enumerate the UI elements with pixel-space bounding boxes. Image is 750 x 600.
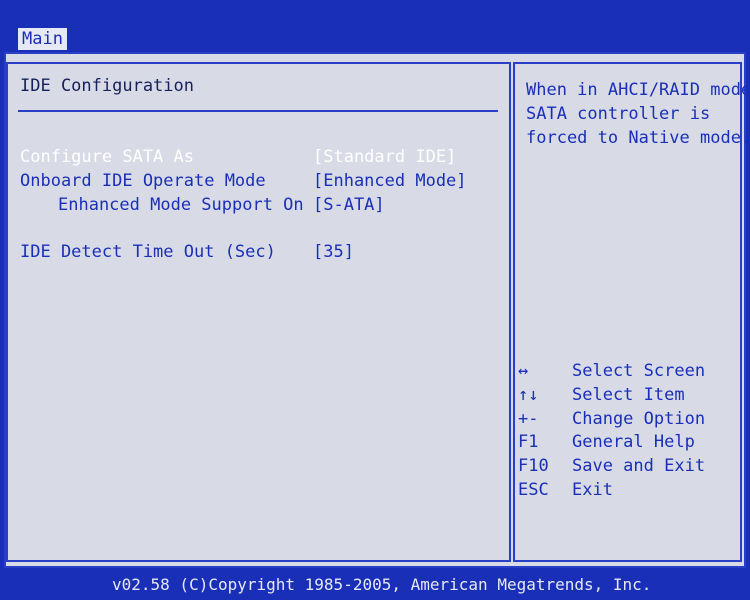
help-text: When in AHCI/RAID mode SATA controller i… xyxy=(526,78,750,150)
help-line: forced to Native mode. xyxy=(526,128,750,148)
key-desc: Select Screen xyxy=(572,361,706,381)
setting-onboard-ide-mode-label[interactable]: Onboard IDE Operate Mode xyxy=(20,171,266,191)
plus-minus-icon: +- xyxy=(518,409,539,429)
key-legend-change-option: +- Change Option xyxy=(518,409,705,429)
key-f10: F10 xyxy=(518,456,549,476)
setting-configure-sata-as-value[interactable]: [Standard IDE] xyxy=(313,147,456,167)
setting-ide-detect-timeout-label[interactable]: IDE Detect Time Out (Sec) xyxy=(20,242,276,262)
tab-main[interactable]: Main xyxy=(18,28,67,50)
title-divider xyxy=(18,110,498,112)
up-down-arrow-icon: ↑↓ xyxy=(518,385,539,405)
setting-configure-sata-as-label[interactable]: Configure SATA As xyxy=(20,147,194,167)
top-bar xyxy=(0,0,750,28)
copyright-text: v02.58 (C)Copyright 1985-2005, American … xyxy=(112,575,652,594)
key-desc: General Help xyxy=(572,432,695,452)
key-esc: ESC xyxy=(518,480,549,500)
key-legend-general-help: F1 General Help xyxy=(518,432,695,452)
key-desc: Select Item xyxy=(572,385,685,405)
key-f1: F1 xyxy=(518,432,539,452)
key-legend-exit: ESC Exit xyxy=(518,480,613,500)
settings-panel xyxy=(6,62,511,562)
help-line: SATA controller is xyxy=(526,104,711,124)
tab-strip xyxy=(0,28,750,50)
key-legend-select-item: ↑↓ Select Item xyxy=(518,385,685,405)
setting-enhanced-mode-support-value[interactable]: [S-ATA] xyxy=(313,195,385,215)
key-desc: Change Option xyxy=(572,409,706,429)
key-legend-select-screen: ↔ Select Screen xyxy=(518,361,705,381)
setting-ide-detect-timeout-value[interactable]: [35] xyxy=(313,242,354,262)
left-right-arrow-icon: ↔ xyxy=(518,361,529,381)
key-legend-save-exit: F10 Save and Exit xyxy=(518,456,705,476)
setting-enhanced-mode-support-label[interactable]: Enhanced Mode Support On xyxy=(58,195,304,215)
help-line: When in AHCI/RAID mode xyxy=(526,80,750,100)
setting-onboard-ide-mode-value[interactable]: [Enhanced Mode] xyxy=(313,171,467,191)
key-desc: Save and Exit xyxy=(572,456,706,476)
section-title: IDE Configuration xyxy=(20,76,194,96)
key-desc: Exit xyxy=(572,480,613,500)
